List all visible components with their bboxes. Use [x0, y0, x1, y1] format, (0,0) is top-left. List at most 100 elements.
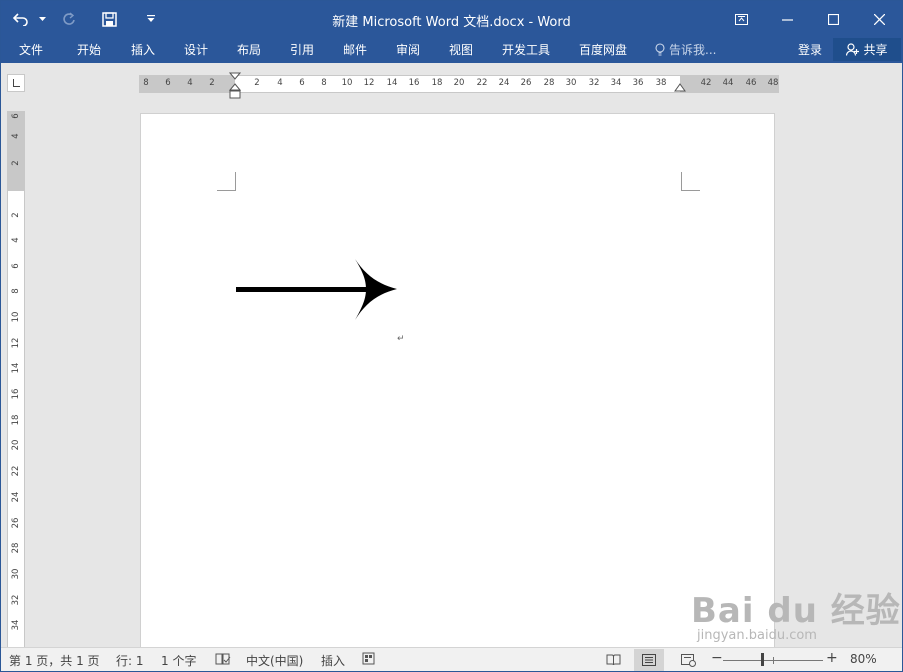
chevron-down-icon [38, 16, 46, 21]
document-canvas[interactable]: ↵ [25, 105, 902, 647]
undo-button[interactable] [7, 5, 35, 33]
tab-selector[interactable] [7, 74, 25, 92]
ruler-tick: 8 [321, 78, 327, 88]
close-icon [873, 13, 885, 25]
arrow-shape[interactable] [235, 256, 399, 322]
add-person-icon [846, 43, 860, 56]
quick-access-toolbar [7, 1, 165, 37]
ruler-tick: 14 [11, 362, 21, 374]
customize-dropdown-icon [147, 15, 155, 22]
right-indent-marker[interactable] [674, 83, 686, 93]
ruler-tick: 22 [476, 78, 488, 88]
maximize-icon [827, 13, 839, 25]
save-button[interactable] [95, 5, 123, 33]
tab-home[interactable]: 开始 [77, 41, 101, 58]
ruler-tick: 8 [11, 288, 21, 294]
tab-references[interactable]: 引用 [290, 41, 314, 58]
tab-review[interactable]: 审阅 [396, 41, 420, 58]
print-layout-button[interactable] [634, 649, 664, 671]
customize-qat-button[interactable] [137, 5, 165, 33]
ribbon-display-icon [734, 13, 748, 25]
insert-mode[interactable]: 插入 [321, 652, 345, 669]
ruler-tick: 32 [11, 594, 21, 606]
language-indicator[interactable]: 中文(中国) [246, 652, 303, 669]
ruler-tick: 4 [187, 78, 193, 88]
ruler-tick: 44 [722, 78, 734, 88]
ruler-tick: 38 [655, 78, 667, 88]
ruler-tick: 34 [11, 619, 21, 631]
share-button[interactable]: 共享 [833, 38, 901, 61]
proofing-icon[interactable] [215, 652, 231, 666]
zoom-slider-midpoint [773, 657, 774, 664]
ruler-tick: 6 [11, 113, 21, 119]
tab-design[interactable]: 设计 [184, 41, 208, 58]
ruler-tick: 4 [11, 133, 21, 139]
tab-layout[interactable]: 布局 [237, 41, 261, 58]
redo-icon [63, 12, 75, 25]
word-window: 新建 Microsoft Word 文档.docx - Word 文件 开始 插… [0, 0, 903, 672]
close-button[interactable] [856, 1, 902, 37]
ruler-tick: 42 [700, 78, 712, 88]
ruler-tick: 20 [453, 78, 465, 88]
maximize-button[interactable] [810, 1, 856, 37]
tab-insert[interactable]: 插入 [131, 41, 155, 58]
ruler-tick: 24 [11, 491, 21, 503]
vertical-ruler[interactable]: 6 4 2 2 4 6 8 10 12 14 16 18 20 22 24 26… [7, 111, 25, 647]
minimize-icon [781, 18, 793, 21]
minimize-button[interactable] [764, 1, 810, 37]
ruler-tick: 24 [498, 78, 510, 88]
zoom-level[interactable]: 80% [850, 652, 877, 666]
tab-mailings[interactable]: 邮件 [343, 41, 367, 58]
ruler-tick: 20 [11, 439, 21, 451]
ruler-tick: 26 [11, 517, 21, 529]
ruler-tick: 10 [11, 311, 21, 323]
tab-baidu-netdisk[interactable]: 百度网盘 [579, 41, 627, 58]
ruler-tick: 2 [254, 78, 260, 88]
save-icon [101, 11, 117, 27]
ruler-tick: 18 [431, 78, 443, 88]
ruler-tick: 16 [408, 78, 420, 88]
ruler-tick: 36 [632, 78, 644, 88]
print-layout-icon [642, 654, 656, 666]
zoom-in-button[interactable]: + [826, 650, 838, 666]
redo-button[interactable] [55, 5, 83, 33]
tab-developer[interactable]: 开发工具 [502, 41, 550, 58]
ruler-tick: 18 [11, 414, 21, 426]
macro-record-icon[interactable] [362, 652, 375, 665]
window-controls [718, 1, 902, 37]
undo-dropdown[interactable] [35, 5, 49, 33]
indent-markers[interactable] [229, 72, 241, 100]
share-label: 共享 [863, 43, 888, 57]
zoom-out-button[interactable]: − [711, 650, 723, 666]
tab-view[interactable]: 视图 [449, 41, 473, 58]
tab-file[interactable]: 文件 [19, 41, 43, 58]
ribbon-display-options-button[interactable] [718, 1, 764, 37]
ruler-tick: 48 [767, 78, 779, 88]
ruler-tick: 2 [209, 78, 215, 88]
crop-mark-top-left [217, 172, 236, 191]
document-page[interactable]: ↵ [140, 113, 775, 647]
ruler-tick: 2 [11, 160, 21, 166]
ruler-tick: 6 [165, 78, 171, 88]
ruler-tick: 26 [520, 78, 532, 88]
zoom-slider-thumb[interactable] [761, 653, 764, 666]
ruler-tick: 28 [543, 78, 555, 88]
read-mode-button[interactable] [598, 649, 628, 671]
ruler-tick: 30 [565, 78, 577, 88]
ruler-tick: 4 [277, 78, 283, 88]
page-indicator[interactable]: 第 1 页，共 1 页 [9, 652, 100, 669]
web-layout-icon [680, 653, 696, 667]
ruler-tick: 30 [11, 568, 21, 580]
ruler-tick: 14 [386, 78, 398, 88]
web-layout-button[interactable] [673, 649, 703, 671]
paragraph-mark: ↵ [397, 334, 405, 344]
ruler-tick: 32 [588, 78, 600, 88]
ruler-tick: 22 [11, 465, 21, 477]
line-indicator[interactable]: 行: 1 [116, 652, 144, 669]
ruler-tick: 28 [11, 542, 21, 554]
word-count[interactable]: 1 个字 [161, 652, 196, 669]
ruler-tick: 10 [341, 78, 353, 88]
login-button[interactable]: 登录 [798, 41, 822, 58]
status-bar: 第 1 页，共 1 页 行: 1 1 个字 中文(中国) 插入 − + 80% [1, 647, 902, 671]
tell-me-box[interactable]: 告诉我... [655, 41, 716, 58]
